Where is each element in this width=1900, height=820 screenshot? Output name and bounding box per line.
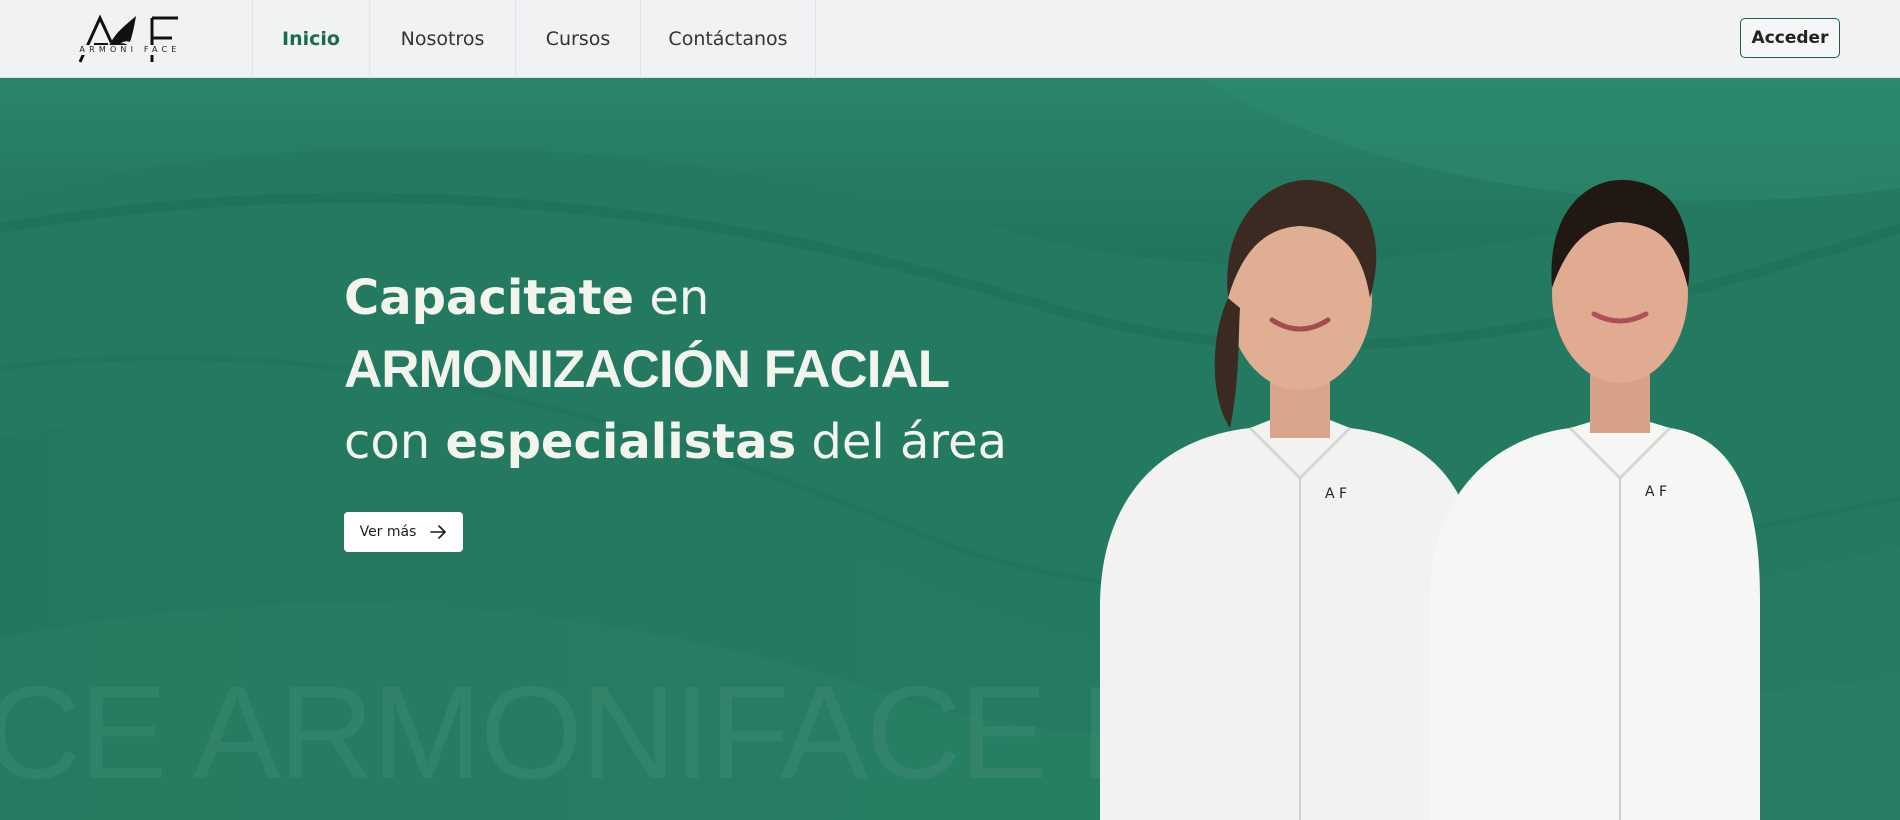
- specialists-photo: A F A F: [1100, 179, 1760, 820]
- headline-del-area: del área: [796, 414, 1008, 470]
- svg-text:A F: A F: [1645, 484, 1667, 500]
- svg-text:A F: A F: [1325, 486, 1347, 502]
- nav-item-inicio[interactable]: Inicio: [252, 0, 369, 78]
- nav-item-cursos[interactable]: Cursos: [515, 0, 640, 78]
- ver-mas-button[interactable]: Ver más: [344, 512, 463, 552]
- logo-mark-icon: [78, 14, 178, 63]
- logo-text: ARMONI FACE: [78, 45, 182, 55]
- acceder-button[interactable]: Acceder: [1740, 18, 1840, 58]
- ver-mas-label: Ver más: [359, 524, 417, 540]
- hero-section: CE ARMONIFACE FAC Capacitate en ARMONIZA…: [0, 78, 1900, 820]
- nav-item-contactanos[interactable]: Contáctanos: [640, 0, 816, 78]
- headline-line-3: con especialistas del área: [344, 412, 1007, 472]
- top-navbar: ARMONI FACE Inicio Nosotros Cursos Contá…: [0, 0, 1900, 78]
- headline-con: con: [344, 414, 446, 470]
- nav-item-nosotros[interactable]: Nosotros: [369, 0, 515, 78]
- arrow-right-icon: [430, 525, 447, 539]
- specialist-right: A F: [1430, 179, 1760, 820]
- headline-capacitate: Capacitate: [344, 270, 635, 326]
- headline-armonizacion-facial: ARMONIZACIÓN FACIAL: [344, 340, 950, 399]
- headline-en: en: [634, 270, 710, 326]
- headline-line-1: Capacitate en: [344, 268, 709, 328]
- armoniface-logo[interactable]: ARMONI FACE: [78, 14, 182, 64]
- main-nav: Inicio Nosotros Cursos Contáctanos: [252, 0, 816, 78]
- headline-especialistas: especialistas: [445, 414, 797, 470]
- specialist-left: A F: [1100, 179, 1480, 820]
